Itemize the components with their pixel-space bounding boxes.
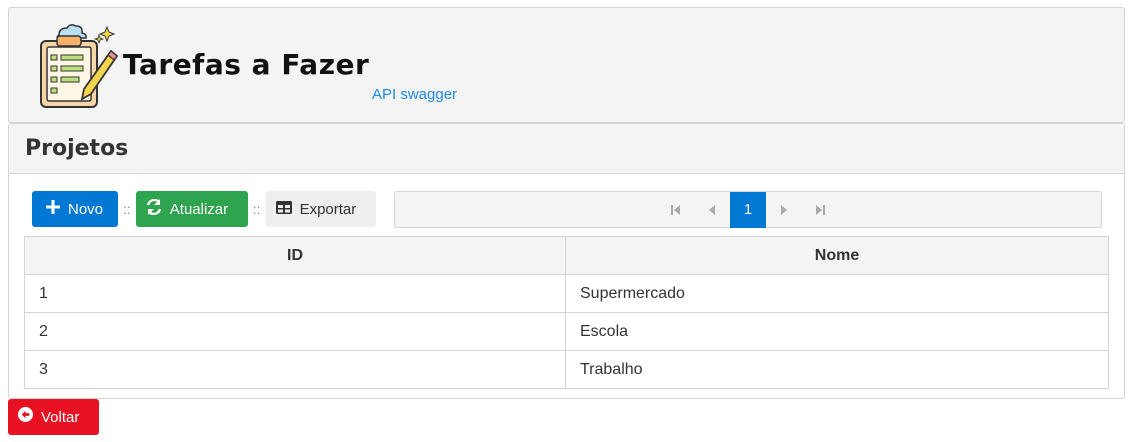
cell-name: Supermercado — [565, 274, 1109, 313]
last-page-icon[interactable] — [802, 192, 838, 228]
projects-panel: Projetos Novo :: Atualizar :: Exportar 1… — [8, 123, 1125, 399]
toolbar-separator: :: — [252, 201, 261, 217]
first-page-icon[interactable] — [658, 192, 694, 228]
refresh-icon — [146, 198, 162, 220]
table-header-row: ID Nome — [24, 236, 1109, 275]
refresh-button-label: Atualizar — [169, 200, 229, 218]
cell-name: Escola — [565, 312, 1109, 351]
table-row[interactable]: 3 Trabalho — [24, 350, 1109, 389]
header-panel: Tarefas a Fazer API swagger — [8, 7, 1125, 123]
table-row[interactable]: 2 Escola — [24, 312, 1109, 351]
plus-icon — [46, 199, 60, 219]
back-button[interactable]: Voltar — [8, 399, 99, 435]
previous-page-icon[interactable] — [694, 192, 730, 228]
table-icon — [275, 199, 292, 219]
export-button[interactable]: Exportar — [265, 191, 376, 227]
cell-name: Trabalho — [565, 350, 1109, 389]
app-title: Tarefas a Fazer — [123, 48, 370, 81]
next-page-icon[interactable] — [766, 192, 802, 228]
api-swagger-link[interactable]: API swagger — [372, 86, 457, 103]
projects-table: ID Nome 1 Supermercado 2 Escola 3 Trabal… — [24, 236, 1109, 389]
paginator: 1 — [394, 191, 1102, 228]
clipboard-pencil-icon — [40, 24, 119, 108]
refresh-button[interactable]: Atualizar — [135, 191, 248, 227]
projects-title: Projetos — [25, 136, 129, 161]
page-button-current[interactable]: 1 — [730, 191, 766, 228]
cell-id: 2 — [24, 312, 566, 351]
new-button[interactable]: Novo — [32, 191, 118, 227]
toolbar-separator: :: — [123, 201, 131, 217]
table-row[interactable]: 1 Supermercado — [24, 274, 1109, 313]
back-button-label: Voltar — [41, 408, 80, 426]
column-header-name[interactable]: Nome — [565, 236, 1109, 275]
cell-id: 3 — [24, 350, 566, 389]
column-header-id[interactable]: ID — [24, 236, 566, 275]
new-button-label: Novo — [68, 200, 104, 218]
cell-id: 1 — [24, 274, 566, 313]
projects-header: Projetos — [9, 124, 1124, 174]
arrow-left-circle-icon — [18, 407, 33, 427]
toolbar: Novo :: Atualizar :: Exportar — [32, 191, 376, 227]
export-button-label: Exportar — [299, 200, 357, 218]
